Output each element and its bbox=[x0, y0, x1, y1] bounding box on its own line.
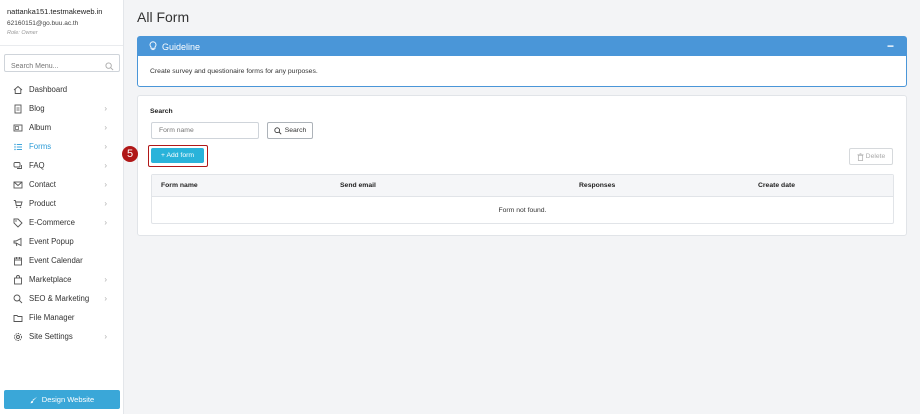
sidebar-item-label: Event Popup bbox=[29, 237, 74, 246]
form-name-input[interactable] bbox=[151, 122, 259, 139]
collapse-button[interactable]: − bbox=[887, 39, 894, 53]
column-header-create-date[interactable]: Create date bbox=[758, 182, 795, 189]
site-domain: nattanka151.testmakeweb.in bbox=[7, 7, 103, 16]
chevron-right-icon: › bbox=[104, 123, 107, 132]
chevron-right-icon: › bbox=[104, 180, 107, 189]
search-label: Search bbox=[150, 108, 173, 115]
chevron-right-icon: › bbox=[104, 218, 107, 227]
home-icon bbox=[13, 85, 23, 95]
sidebar-item-label: File Manager bbox=[29, 313, 75, 322]
sidebar-menu: Dashboard Blog › Album › Forms › FAQ › C… bbox=[0, 80, 123, 346]
search-icon bbox=[274, 126, 282, 135]
delete-button[interactable]: Delete bbox=[849, 148, 893, 165]
delete-button-label: Delete bbox=[865, 153, 886, 160]
brush-icon bbox=[30, 396, 37, 403]
sidebar-item-label: E-Commerce bbox=[29, 218, 75, 227]
search-icon bbox=[13, 294, 23, 304]
column-header-form-name[interactable]: Form name bbox=[161, 182, 198, 189]
sidebar-item-label: Album bbox=[29, 123, 52, 132]
sidebar-item-forms[interactable]: Forms › bbox=[0, 137, 123, 156]
sidebar-item-event-popup[interactable]: Event Popup bbox=[0, 232, 123, 251]
chevron-right-icon: › bbox=[104, 294, 107, 303]
sidebar-item-product[interactable]: Product › bbox=[0, 194, 123, 213]
page-title: All Form bbox=[137, 9, 190, 25]
column-header-responses[interactable]: Responses bbox=[579, 182, 615, 189]
sidebar-item-event-calendar[interactable]: Event Calendar bbox=[0, 251, 123, 270]
cart-icon bbox=[13, 199, 23, 209]
search-button[interactable]: Search bbox=[267, 122, 313, 139]
tag-icon bbox=[13, 218, 23, 228]
chevron-right-icon: › bbox=[104, 199, 107, 208]
sidebar-item-label: Site Settings bbox=[29, 332, 73, 341]
sidebar-item-site-settings[interactable]: Site Settings › bbox=[0, 327, 123, 346]
column-header-send-email[interactable]: Send email bbox=[340, 182, 376, 189]
sidebar-item-label: Marketplace bbox=[29, 275, 72, 284]
forms-table: Form name Send email Responses Create da… bbox=[151, 174, 894, 224]
add-form-highlight: + Add form bbox=[148, 145, 208, 167]
gear-icon bbox=[13, 332, 23, 342]
user-role: Role: Owner bbox=[7, 30, 38, 36]
sidebar-item-dashboard[interactable]: Dashboard bbox=[0, 80, 123, 99]
search-icon bbox=[105, 58, 114, 76]
sidebar-item-label: Dashboard bbox=[29, 85, 68, 94]
trash-icon bbox=[857, 152, 864, 161]
sidebar-item-label: Forms bbox=[29, 142, 52, 151]
chat-icon bbox=[13, 161, 23, 171]
sidebar-item-label: SEO & Marketing bbox=[29, 294, 90, 303]
chevron-right-icon: › bbox=[104, 142, 107, 151]
search-menu-input[interactable] bbox=[5, 58, 100, 75]
sidebar-item-marketplace[interactable]: Marketplace › bbox=[0, 270, 123, 289]
sidebar-item-label: Product bbox=[29, 199, 56, 208]
guideline-title: Guideline bbox=[162, 41, 201, 52]
calendar-icon bbox=[13, 256, 23, 266]
sidebar-item-album[interactable]: Album › bbox=[0, 118, 123, 137]
search-menu-field[interactable] bbox=[4, 54, 120, 75]
sidebar-item-faq[interactable]: FAQ › bbox=[0, 156, 123, 175]
empty-message: Form not found. bbox=[498, 207, 547, 214]
list-icon bbox=[13, 142, 23, 152]
add-form-button[interactable]: + Add form bbox=[151, 148, 204, 163]
megaphone-icon bbox=[13, 237, 23, 247]
sidebar-item-ecommerce[interactable]: E-Commerce › bbox=[0, 213, 123, 232]
sidebar-item-label: Event Calendar bbox=[29, 256, 83, 265]
step-number-badge: 5 bbox=[122, 146, 138, 162]
chevron-right-icon: › bbox=[104, 332, 107, 341]
sidebar-item-seo-marketing[interactable]: SEO & Marketing › bbox=[0, 289, 123, 308]
sidebar-item-label: Contact bbox=[29, 180, 56, 189]
chevron-right-icon: › bbox=[104, 161, 107, 170]
guideline-header[interactable]: Guideline − bbox=[138, 37, 906, 56]
sidebar-item-label: Blog bbox=[29, 104, 45, 113]
bag-icon bbox=[13, 274, 23, 285]
user-info: nattanka151.testmakeweb.in 62160151@go.b… bbox=[0, 0, 123, 46]
design-website-label: Design Website bbox=[41, 395, 95, 404]
album-icon bbox=[13, 123, 23, 133]
lightbulb-icon bbox=[149, 40, 157, 53]
table-header: Form name Send email Responses Create da… bbox=[152, 175, 893, 197]
chevron-right-icon: › bbox=[104, 275, 107, 284]
mail-icon bbox=[13, 180, 23, 190]
sidebar-item-blog[interactable]: Blog › bbox=[0, 99, 123, 118]
design-website-button[interactable]: Design Website bbox=[4, 390, 120, 409]
search-button-label: Search bbox=[284, 127, 307, 134]
document-icon bbox=[13, 104, 23, 114]
guideline-text: Create survey and questionaire forms for… bbox=[150, 68, 318, 75]
sidebar: nattanka151.testmakeweb.in 62160151@go.b… bbox=[0, 0, 124, 414]
folder-icon bbox=[13, 313, 23, 323]
sidebar-item-contact[interactable]: Contact › bbox=[0, 175, 123, 194]
guideline-panel: Guideline − Create survey and questionai… bbox=[137, 36, 907, 87]
chevron-right-icon: › bbox=[104, 104, 107, 113]
forms-panel: Search Search 5 + Add form Delete Form n… bbox=[122, 95, 907, 236]
sidebar-item-label: FAQ bbox=[29, 161, 45, 170]
sidebar-item-file-manager[interactable]: File Manager bbox=[0, 308, 123, 327]
user-email: 62160151@go.buu.ac.th bbox=[7, 20, 79, 27]
